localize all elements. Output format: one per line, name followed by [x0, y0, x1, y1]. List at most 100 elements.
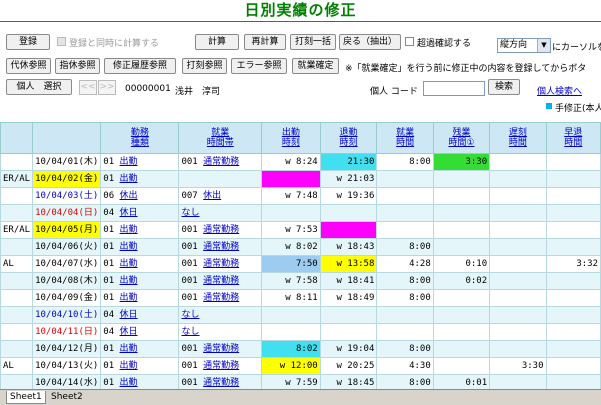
overtime-cell[interactable]: [432, 204, 491, 222]
kind-link[interactable]: 出勤: [120, 225, 138, 235]
timezone-cell[interactable]: 001 通常勤務: [178, 153, 263, 171]
kind-cell[interactable]: 01 出勤: [100, 340, 180, 358]
work-hours-cell[interactable]: [376, 204, 434, 222]
timezone-cell[interactable]: なし: [178, 204, 263, 222]
timezone-cell[interactable]: 001 通常勤務: [178, 272, 263, 290]
out-time-cell[interactable]: [319, 221, 378, 239]
early-leave-cell[interactable]: [545, 306, 601, 324]
early-leave-cell[interactable]: 3:32: [545, 255, 601, 273]
work-hours-cell[interactable]: 4:30: [376, 357, 434, 375]
out-time-cell[interactable]: w 20:25: [319, 357, 378, 375]
early-leave-cell[interactable]: [545, 204, 601, 222]
work-hours-cell[interactable]: [376, 187, 434, 205]
table-row[interactable]: 10/04/06(火) 01 出勤 001 通常勤務 w 8:02 w 18:43 8:0…: [0, 238, 601, 256]
timezone-link[interactable]: 通常勤務: [203, 157, 239, 167]
select-person-button[interactable]: 個人 選択: [6, 79, 72, 95]
timezone-cell[interactable]: なし: [178, 306, 263, 324]
out-time-cell[interactable]: w 13:58: [319, 255, 378, 273]
in-time-cell[interactable]: 8:02: [261, 340, 321, 358]
table-row[interactable]: ER/AL 10/04/05(月) 01 出勤 001 通常勤務 w 7:53: [0, 221, 601, 239]
kind-cell[interactable]: 01 出勤: [100, 238, 180, 256]
timezone-link[interactable]: 通常勤務: [203, 225, 239, 235]
work-hours-cell[interactable]: 4:28: [376, 255, 434, 273]
early-leave-cell[interactable]: [545, 289, 601, 307]
timezone-link[interactable]: 通常勤務: [203, 344, 239, 354]
overtime-cell[interactable]: [432, 289, 491, 307]
kind-link[interactable]: 出勤: [120, 242, 138, 252]
history-ref-button[interactable]: 修正履歴参照: [104, 58, 176, 74]
header-kind[interactable]: 勤務 種類: [100, 122, 180, 154]
timezone-link[interactable]: 通常勤務: [203, 259, 239, 269]
overtime-cell[interactable]: 3:30: [432, 153, 491, 171]
work-hours-cell[interactable]: [376, 170, 434, 188]
timezone-link[interactable]: なし: [181, 208, 199, 218]
late-cell[interactable]: [489, 289, 547, 307]
early-leave-cell[interactable]: [545, 153, 601, 171]
table-row[interactable]: AL 10/04/07(水) 01 出勤 001 通常勤務 7:50 w 13:58 4:2…: [0, 255, 601, 273]
early-leave-cell[interactable]: [545, 272, 601, 290]
sheet-tab-1[interactable]: Sheet1: [6, 391, 46, 404]
timezone-cell[interactable]: 001 通常勤務: [178, 340, 263, 358]
register-button[interactable]: 登録: [6, 34, 50, 50]
kind-link[interactable]: 出勤: [120, 361, 138, 371]
header-out-time[interactable]: 退勤 時刻: [319, 122, 378, 154]
out-time-cell[interactable]: w 19:36: [319, 187, 378, 205]
late-cell[interactable]: [489, 170, 547, 188]
overtime-cell[interactable]: [432, 340, 491, 358]
work-hours-cell[interactable]: 8:00: [376, 340, 434, 358]
out-time-cell[interactable]: w 19:04: [319, 340, 378, 358]
table-row[interactable]: 10/04/08(木) 01 出勤 001 通常勤務 w 7:58 w 18:41 8:0…: [0, 272, 601, 290]
kind-link[interactable]: 出勤: [120, 276, 138, 286]
in-time-cell[interactable]: [261, 306, 321, 324]
out-time-cell[interactable]: 21:30: [319, 153, 378, 171]
kind-link[interactable]: 出勤: [120, 157, 138, 167]
direction-select[interactable]: 縦方向 ▼: [497, 38, 551, 53]
in-time-cell[interactable]: w 12:00: [261, 357, 321, 375]
out-time-cell[interactable]: [319, 306, 378, 324]
in-time-cell[interactable]: 7:50: [261, 255, 321, 273]
work-hours-cell[interactable]: [376, 323, 434, 341]
in-time-cell[interactable]: w 7:53: [261, 221, 321, 239]
kind-cell[interactable]: 01 出勤: [100, 153, 180, 171]
out-time-cell[interactable]: w 18:49: [319, 289, 378, 307]
back-extract-button[interactable]: 戻る（抽出）: [339, 34, 401, 50]
kind-link[interactable]: 出勤: [120, 259, 138, 269]
early-leave-cell[interactable]: [545, 357, 601, 375]
table-row[interactable]: 10/04/04(日) 04 休日 なし: [0, 204, 601, 222]
timezone-link[interactable]: 通常勤務: [203, 276, 239, 286]
timezone-link[interactable]: 休出: [203, 191, 221, 201]
timezone-cell[interactable]: 001 通常勤務: [178, 238, 263, 256]
designated-ref-button[interactable]: 指休参照: [55, 58, 100, 74]
work-hours-cell[interactable]: [376, 221, 434, 239]
header-time-zone[interactable]: 就業 時間帯: [178, 122, 263, 154]
calc-button[interactable]: 計算: [195, 34, 239, 50]
kind-link[interactable]: 休出: [120, 191, 138, 201]
kind-cell[interactable]: 01 出勤: [100, 272, 180, 290]
header-early-leave[interactable]: 早退 時間: [545, 122, 601, 154]
timezone-cell[interactable]: 001 通常勤務: [178, 255, 263, 273]
overtime-cell[interactable]: [432, 357, 491, 375]
overtime-cell[interactable]: [432, 221, 491, 239]
timezone-cell[interactable]: [178, 170, 263, 188]
in-time-cell[interactable]: [261, 204, 321, 222]
header-in-time[interactable]: 出勤 時刻: [261, 122, 321, 154]
table-row[interactable]: 10/04/03(土) 06 休出 007 休出 w 7:48 w 19:36: [0, 187, 601, 205]
kind-link[interactable]: 休日: [120, 310, 138, 320]
overtime-cell[interactable]: [432, 323, 491, 341]
in-time-cell[interactable]: w 8:24: [261, 153, 321, 171]
late-cell[interactable]: [489, 306, 547, 324]
kind-link[interactable]: 出勤: [120, 378, 138, 388]
work-hours-cell[interactable]: [376, 306, 434, 324]
timezone-link[interactable]: 通常勤務: [203, 378, 239, 388]
out-time-cell[interactable]: w 18:41: [319, 272, 378, 290]
late-cell[interactable]: [489, 323, 547, 341]
early-leave-cell[interactable]: [545, 170, 601, 188]
late-cell[interactable]: [489, 221, 547, 239]
confirm-button[interactable]: 就業確定: [292, 58, 339, 74]
stamp-ref-button[interactable]: 打刻参照: [182, 58, 227, 74]
out-time-cell[interactable]: w 21:03: [319, 170, 378, 188]
timezone-cell[interactable]: 007 休出: [178, 187, 263, 205]
timezone-link[interactable]: なし: [181, 310, 199, 320]
kind-link[interactable]: 出勤: [120, 344, 138, 354]
kind-cell[interactable]: 04 休日: [100, 306, 180, 324]
